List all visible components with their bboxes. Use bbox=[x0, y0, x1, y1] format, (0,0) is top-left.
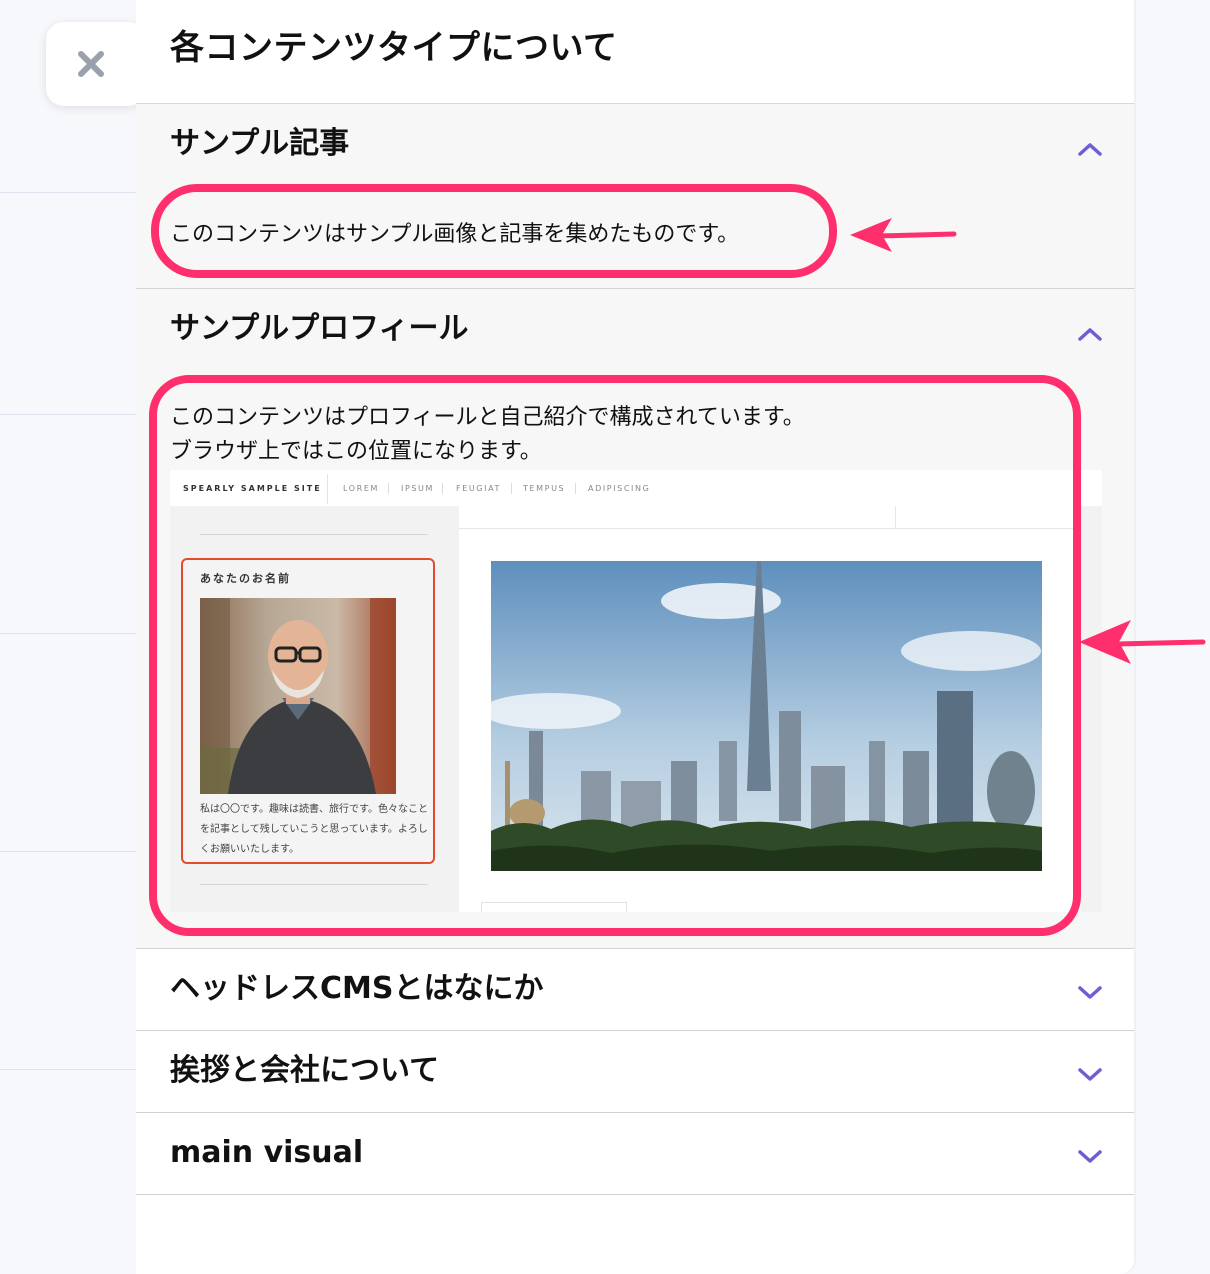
preview-nav-link: ADIPISCING bbox=[588, 484, 651, 493]
accordion-section-main-visual[interactable]: main visual bbox=[136, 1113, 1134, 1195]
city-skyline-image bbox=[491, 561, 1042, 871]
background-divider bbox=[0, 1069, 136, 1070]
profile-photo bbox=[200, 598, 396, 794]
chevron-down-icon[interactable] bbox=[1076, 1147, 1104, 1165]
accordion-header-title[interactable]: サンプル記事 bbox=[170, 122, 349, 166]
preview-profile-text: 私は〇〇です。趣味は読書、旅行です。色々なことを記事として残していこうと思ってい… bbox=[200, 804, 428, 855]
chevron-up-icon[interactable] bbox=[1076, 140, 1104, 158]
close-icon bbox=[78, 51, 104, 77]
divider bbox=[136, 1194, 1134, 1195]
preview-profile-card: あなたのお名前 私は〇〇です。趣味は読書、旅行です。色々なことを記事として残して… bbox=[181, 558, 435, 864]
preview-main-area bbox=[459, 506, 1102, 912]
accordion-header-title[interactable]: ヘッドレスCMSとはなにか bbox=[170, 967, 543, 1011]
preview-brand: SPEARLY SAMPLE SITE bbox=[183, 484, 322, 493]
preview-sidebar: あなたのお名前 私は〇〇です。趣味は読書、旅行です。色々なことを記事として残して… bbox=[170, 506, 459, 912]
section-description: このコンテンツはサンプル画像と記事を集めたものです。 bbox=[170, 222, 740, 247]
accordion-section-sample-article: サンプル記事 このコンテンツはサンプル画像と記事を集めたものです。 bbox=[136, 104, 1134, 289]
chevron-down-icon[interactable] bbox=[1076, 983, 1104, 1001]
accordion-section-greeting-company[interactable]: 挨拶と会社について bbox=[136, 1031, 1134, 1113]
preview-nav-link: FEUGIAT bbox=[456, 484, 502, 493]
accordion-header-title[interactable]: サンプルプロフィール bbox=[170, 307, 469, 351]
panel-title: 各コンテンツタイプについて bbox=[170, 28, 618, 68]
background-divider bbox=[0, 192, 136, 193]
preview-nav-link: IPSUM bbox=[401, 484, 435, 493]
chevron-down-icon[interactable] bbox=[1076, 1065, 1104, 1083]
section-description-line: ブラウザ上ではこの位置になります。 bbox=[170, 439, 542, 464]
background-divider bbox=[0, 633, 136, 634]
preview-navbar: SPEARLY SAMPLE SITE LOREM IPSUM FEUGIAT … bbox=[170, 470, 1102, 507]
preview-nav-link: TEMPUS bbox=[523, 484, 566, 493]
chevron-up-icon[interactable] bbox=[1076, 325, 1104, 343]
section-description-line: このコンテンツはプロフィールと自己紹介で構成されています。 bbox=[170, 405, 805, 430]
close-button[interactable] bbox=[46, 22, 146, 106]
annotation-arrow-icon bbox=[1079, 620, 1206, 664]
background-divider bbox=[0, 414, 136, 415]
background-divider bbox=[0, 851, 136, 852]
annotation-arrow-icon bbox=[850, 218, 957, 252]
accordion-header-title[interactable]: 挨拶と会社について bbox=[170, 1049, 439, 1093]
accordion-header-title[interactable]: main visual bbox=[170, 1131, 363, 1175]
accordion-section-headless-cms[interactable]: ヘッドレスCMSとはなにか bbox=[136, 949, 1134, 1031]
site-preview-image: SPEARLY SAMPLE SITE LOREM IPSUM FEUGIAT … bbox=[170, 470, 1102, 912]
preview-profile-name: あなたのお名前 bbox=[200, 572, 291, 585]
preview-nav-link: LOREM bbox=[343, 484, 379, 493]
